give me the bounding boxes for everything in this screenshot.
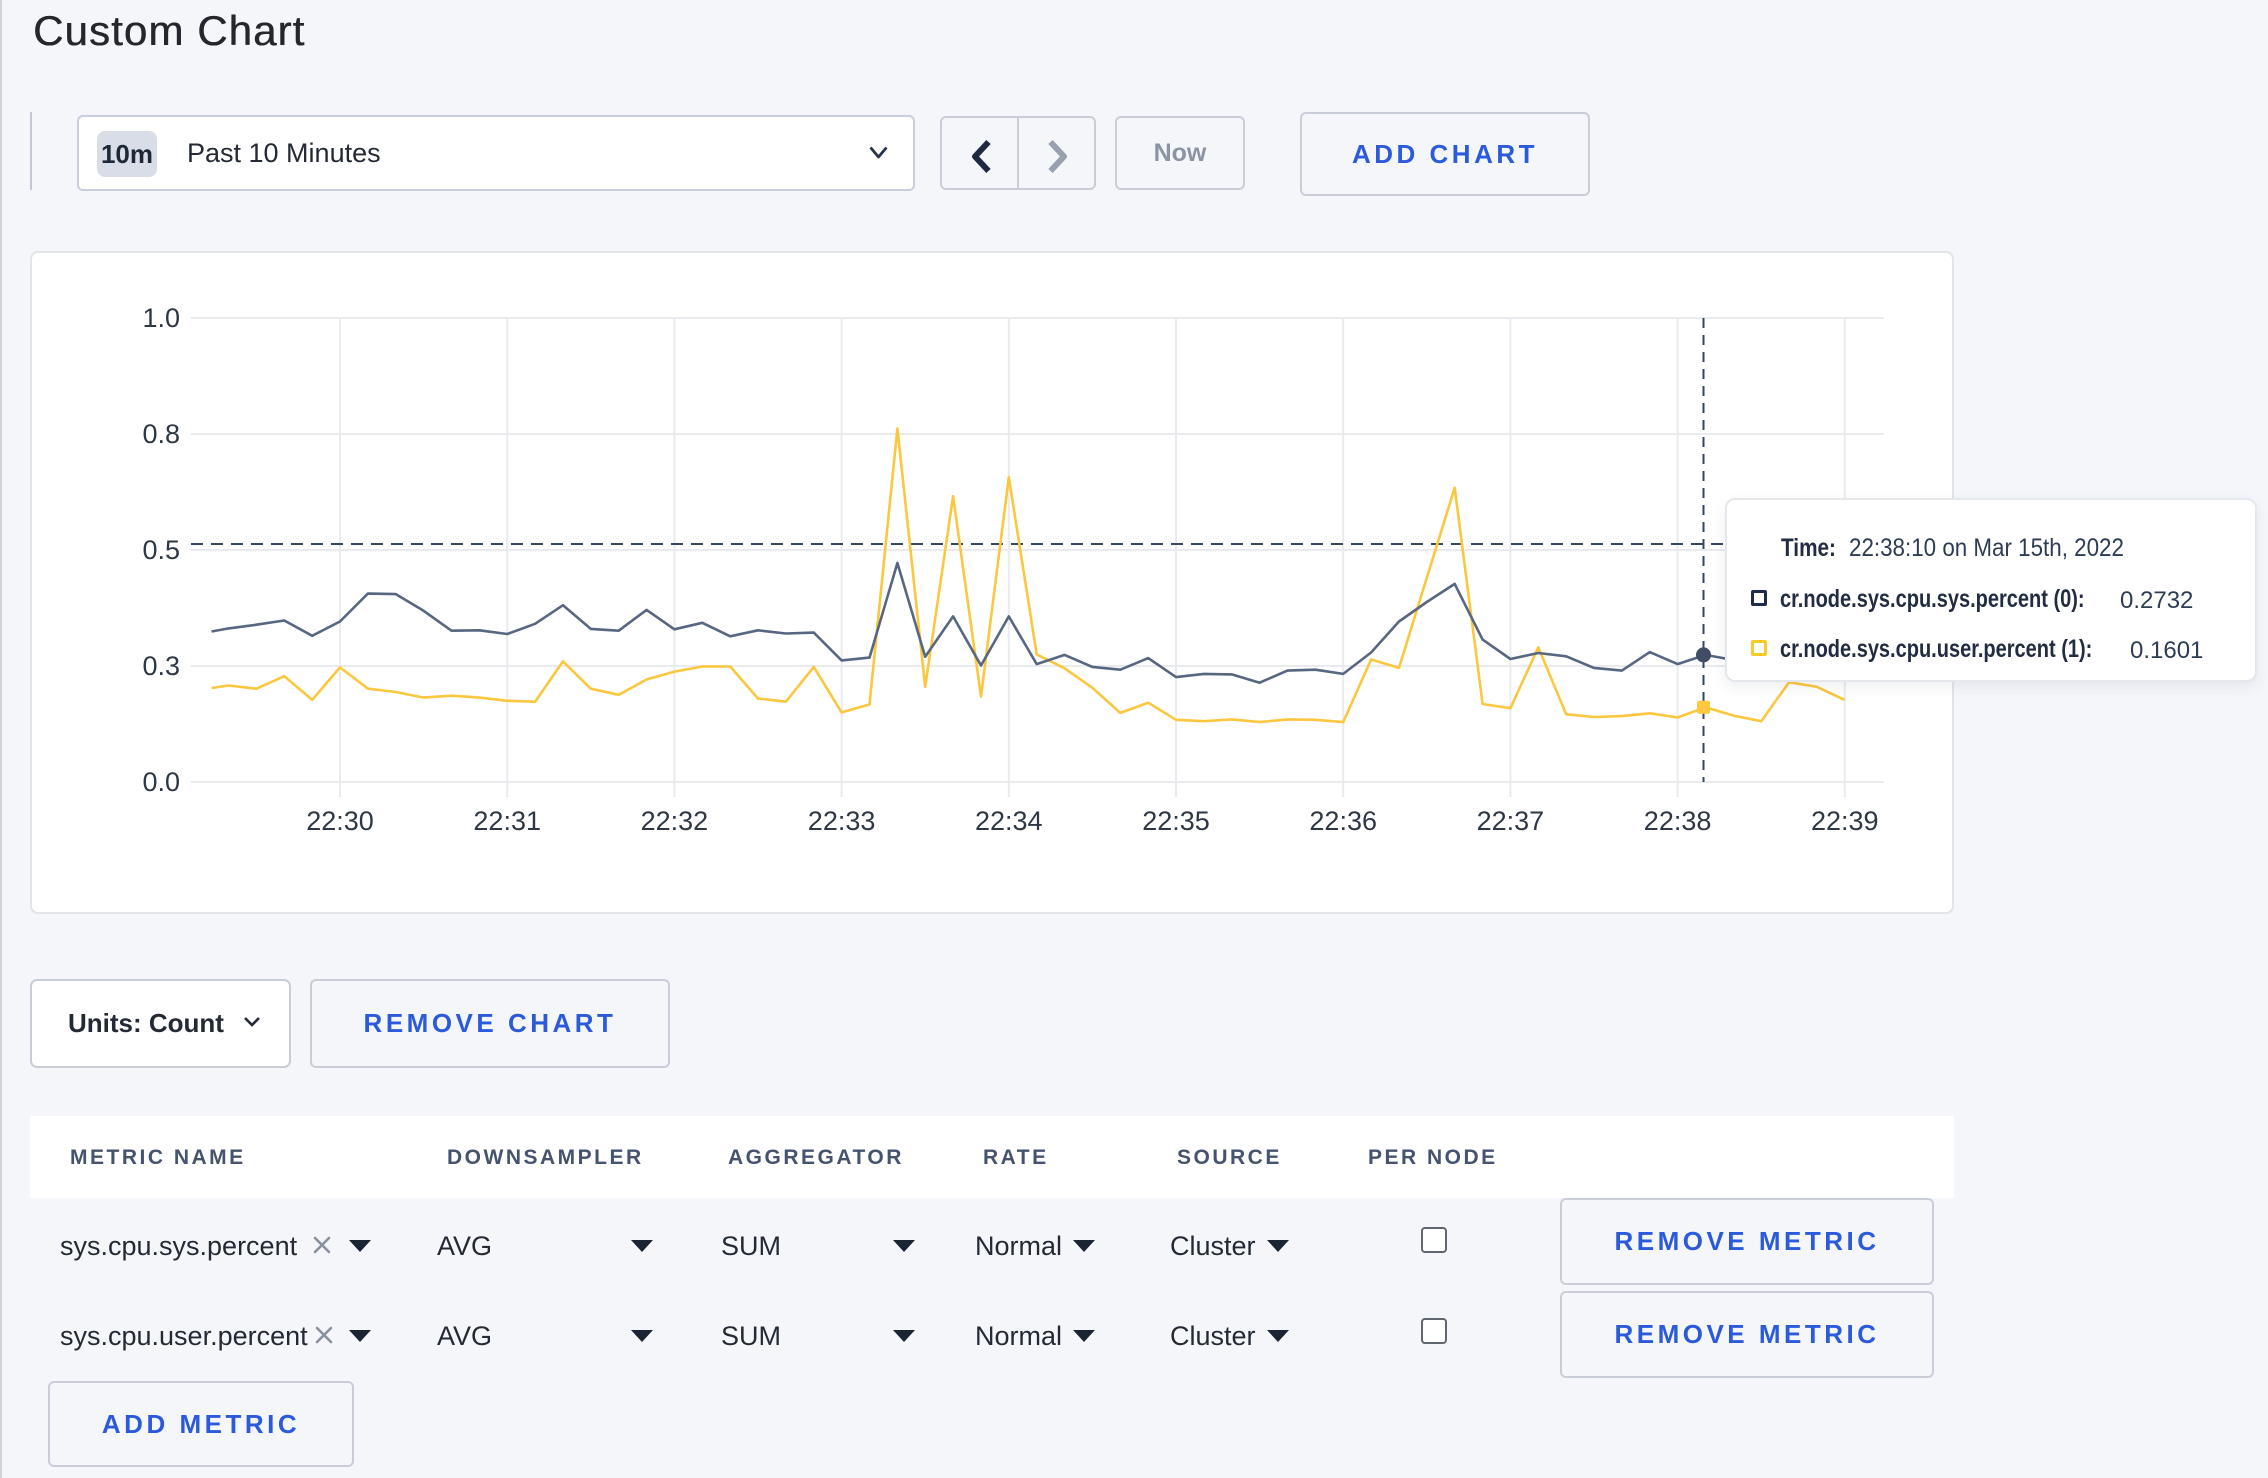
svg-text:22:30: 22:30 bbox=[306, 806, 374, 836]
svg-text:22:35: 22:35 bbox=[1142, 806, 1210, 836]
svg-text:22:31: 22:31 bbox=[473, 806, 541, 836]
svg-text:0.3: 0.3 bbox=[142, 651, 180, 681]
svg-text:22:38: 22:38 bbox=[1644, 806, 1712, 836]
svg-text:0.8: 0.8 bbox=[142, 419, 180, 449]
svg-text:22:36: 22:36 bbox=[1309, 806, 1377, 836]
svg-text:22:32: 22:32 bbox=[641, 806, 709, 836]
svg-text:22:39: 22:39 bbox=[1811, 806, 1879, 836]
svg-text:0.5: 0.5 bbox=[142, 535, 180, 565]
svg-text:1.0: 1.0 bbox=[142, 303, 180, 333]
svg-text:22:33: 22:33 bbox=[808, 806, 876, 836]
svg-text:22:37: 22:37 bbox=[1477, 806, 1545, 836]
svg-text:22:34: 22:34 bbox=[975, 806, 1043, 836]
svg-text:0.0: 0.0 bbox=[142, 767, 180, 797]
